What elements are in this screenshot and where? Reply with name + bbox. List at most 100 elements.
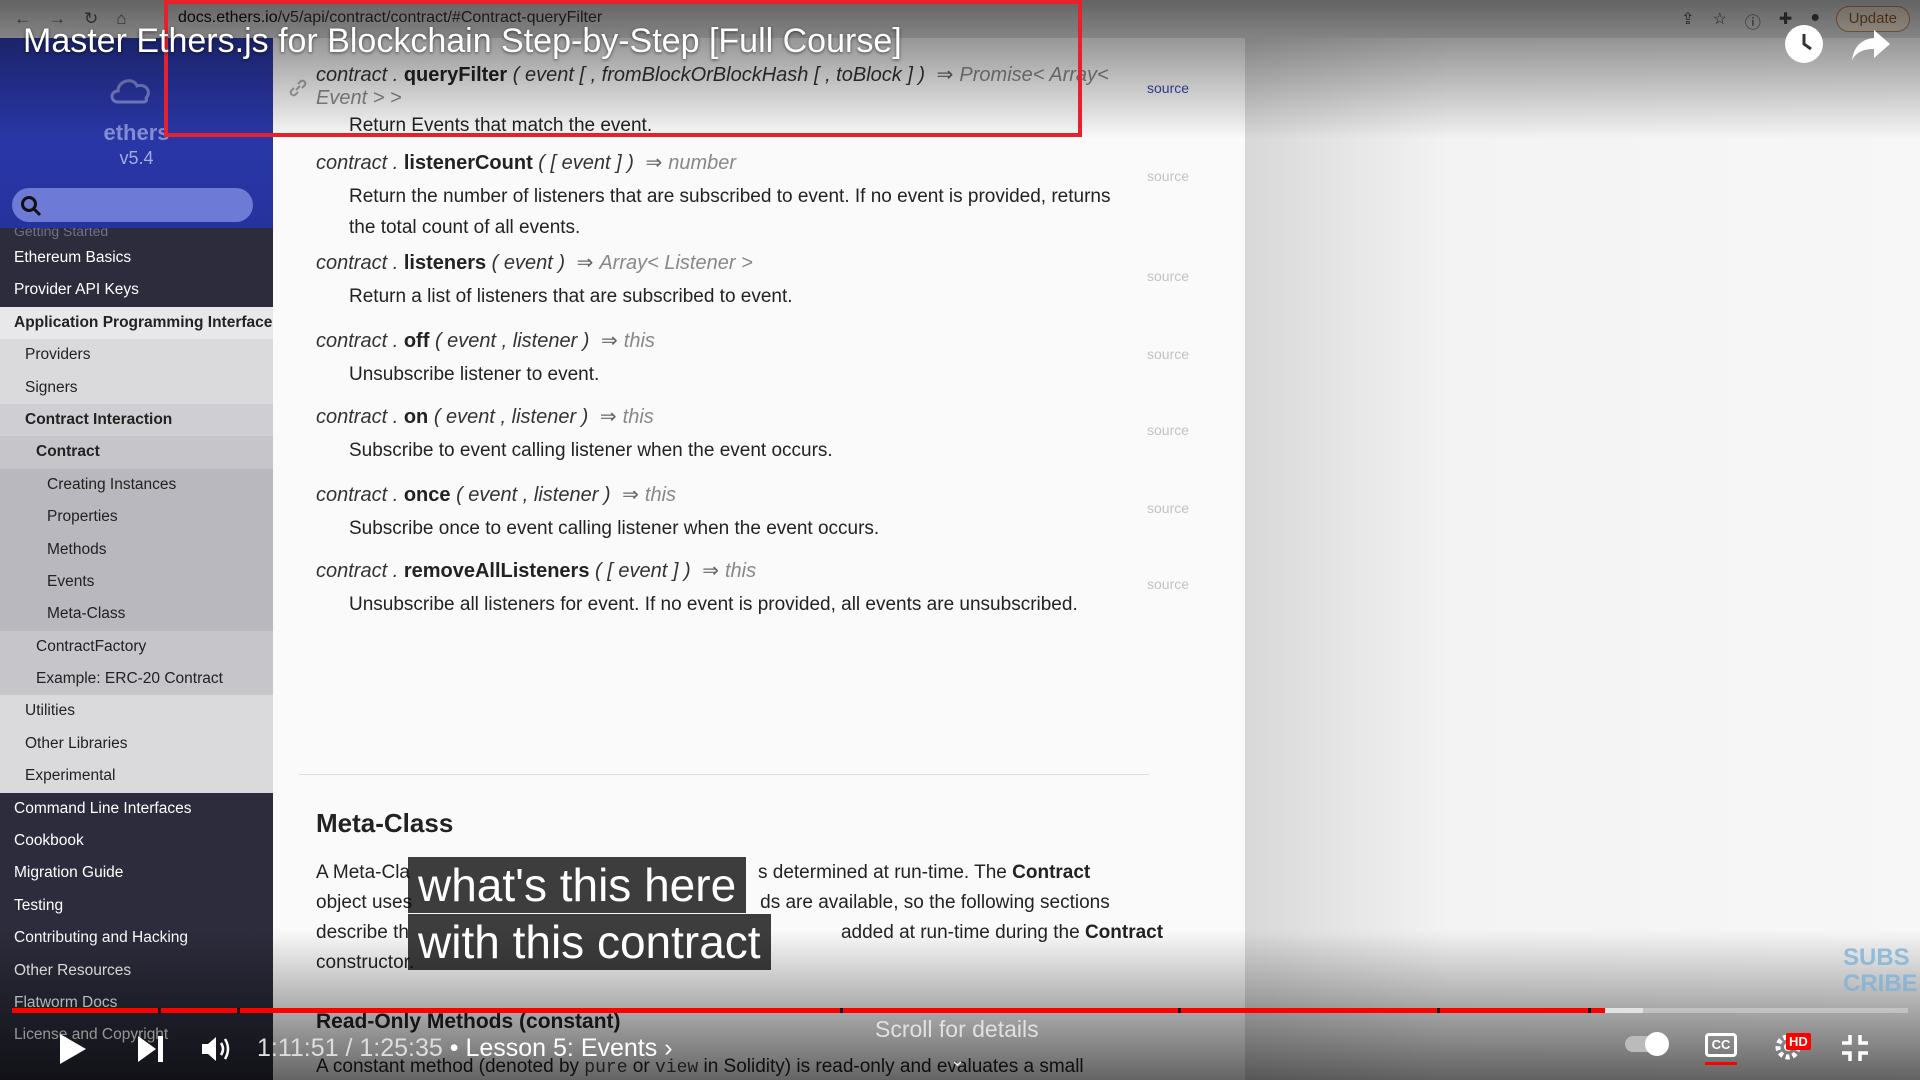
sidebar-item-contractfactory[interactable]: ContractFactory bbox=[0, 630, 273, 664]
autoplay-toggle[interactable] bbox=[1625, 1032, 1669, 1056]
sidebar-item-signers[interactable]: Signers bbox=[0, 371, 273, 404]
meta-text-1-bold: Contract bbox=[1012, 862, 1091, 883]
meta-text-3b: added at run-time during the bbox=[840, 922, 1085, 943]
share-icon[interactable] bbox=[1850, 26, 1892, 62]
progress-bar[interactable] bbox=[12, 1008, 1908, 1013]
method-entry-once: contract . once ( event , listener ) ⇒ th… bbox=[316, 482, 1176, 544]
method-description: Return a list of listeners that are subs… bbox=[316, 281, 1176, 312]
hd-badge: HD bbox=[1786, 1033, 1811, 1050]
meta-text-3-bold: Contract bbox=[1084, 922, 1164, 943]
return-type: this bbox=[622, 406, 654, 428]
sidebar-item-example-erc-20-contract[interactable]: Example: ERC-20 Contract bbox=[0, 663, 273, 696]
watch-later-button[interactable] bbox=[1785, 25, 1823, 63]
meta-text-1b: s determined at run-time. The bbox=[757, 862, 1013, 883]
sidebar-item-contract-interaction[interactable]: Contract Interaction bbox=[0, 403, 273, 437]
source-link[interactable]: source bbox=[1147, 576, 1189, 592]
meta-text-2a: object uses bbox=[316, 892, 413, 913]
sidebar-item-creating-instances[interactable]: Creating Instances bbox=[0, 468, 273, 502]
player-controls: 1:11:51 / 1:25:35 • Lesson 5: Events › S… bbox=[0, 1016, 1920, 1080]
source-link[interactable]: source bbox=[1147, 500, 1189, 516]
method-signature: contract . listenerCount ( [ event ] ) ⇒… bbox=[316, 150, 1176, 175]
method-entry-off: contract . off ( event , listener ) ⇒ thi… bbox=[316, 328, 1176, 390]
video-frame[interactable]: ← → ↻ ⌂ docs.ethers.io/v5/api/contract/c… bbox=[0, 0, 1920, 1080]
cc-icon[interactable]: CC bbox=[1705, 1033, 1737, 1057]
share-page-icon[interactable]: ⇪ bbox=[1681, 9, 1694, 33]
source-link[interactable]: source bbox=[1147, 80, 1189, 96]
empty-right-pane bbox=[1245, 38, 1920, 1080]
source-link[interactable]: source bbox=[1147, 422, 1189, 438]
cc-active-indicator bbox=[1705, 1062, 1737, 1065]
sidebar-item-testing[interactable]: Testing bbox=[0, 890, 273, 922]
play-icon[interactable] bbox=[58, 1032, 88, 1066]
method-name: off bbox=[403, 330, 430, 352]
time-display: 1:11:51 / 1:25:35 • Lesson 5: Events › bbox=[257, 1034, 673, 1063]
sidebar-item-cookbook[interactable]: Cookbook bbox=[0, 825, 273, 857]
meta-text-1a: A Meta-Cla bbox=[316, 862, 410, 883]
method-description: Unsubscribe all listeners for event. If … bbox=[316, 589, 1176, 620]
sidebar-item-application-programming-interface[interactable]: Application Programming Interface bbox=[0, 306, 273, 340]
exit-fullscreen-icon[interactable] bbox=[1840, 1033, 1870, 1063]
sidebar-item-meta-class[interactable]: Meta-Class bbox=[0, 598, 273, 631]
method-name: on bbox=[403, 406, 429, 428]
method-params: ( [ event ] ) bbox=[538, 152, 640, 174]
sidebar-item-properties[interactable]: Properties bbox=[0, 501, 273, 534]
description-line: the total count of all events. bbox=[349, 217, 581, 238]
chapter-title[interactable]: • Lesson 5: Events › bbox=[450, 1034, 673, 1062]
cloud-logo-icon bbox=[110, 79, 150, 104]
method-signature: contract . listeners ( event ) ⇒ Array< L… bbox=[316, 250, 1176, 275]
sidebar-item-events[interactable]: Events bbox=[0, 565, 273, 599]
sidebar-item-ethereum-basics[interactable]: Ethereum Basics bbox=[0, 242, 273, 274]
search-icon bbox=[21, 196, 42, 217]
scroll-for-details[interactable]: Scroll for details bbox=[875, 1016, 1039, 1043]
return-type: this bbox=[644, 484, 677, 506]
sidebar-item-provider-api-keys[interactable]: Provider API Keys bbox=[0, 274, 273, 306]
info-icon[interactable]: ⓘ bbox=[1745, 9, 1761, 33]
method-name: listeners bbox=[403, 252, 487, 274]
signature-prefix: contract . bbox=[316, 484, 399, 506]
sidebar-item-contract[interactable]: Contract bbox=[0, 436, 273, 469]
sidebar-item-command-line-interfaces[interactable]: Command Line Interfaces bbox=[0, 793, 273, 825]
returns-arrow-icon: ⇒ bbox=[702, 560, 719, 582]
method-entry-on: contract . on ( event , listener ) ⇒ this… bbox=[316, 404, 1176, 466]
chevron-down-icon[interactable]: ⌄ bbox=[950, 1050, 965, 1071]
method-name: removeAllListeners bbox=[403, 560, 590, 582]
next-icon[interactable] bbox=[136, 1034, 166, 1064]
sidebar-item-utilities[interactable]: Utilities bbox=[0, 695, 273, 728]
description-line: Subscribe once to event calling listener… bbox=[349, 518, 880, 539]
sidebar-item-migration-guide[interactable]: Migration Guide bbox=[0, 857, 273, 889]
sidebar-nav-list: Getting Started Ethereum Basics Provider … bbox=[0, 228, 273, 1052]
clock-icon bbox=[1802, 34, 1812, 51]
method-signature: contract . once ( event , listener ) ⇒ th… bbox=[316, 482, 1176, 507]
source-link[interactable]: source bbox=[1147, 346, 1189, 362]
bookmark-star-icon[interactable]: ☆ bbox=[1713, 9, 1727, 33]
chapter-marker bbox=[1437, 1008, 1440, 1013]
return-type: this bbox=[724, 560, 757, 582]
sidebar-item-contributing-and-hacking[interactable]: Contributing and Hacking bbox=[0, 922, 273, 954]
sidebar-item-methods[interactable]: Methods bbox=[0, 533, 273, 566]
subscribe-watermark[interactable]: SUBS CRIBE bbox=[1843, 945, 1918, 997]
caption-line-1: what's this here bbox=[408, 857, 747, 913]
sidebar-item-other-libraries[interactable]: Other Libraries bbox=[0, 727, 273, 761]
description-line: Unsubscribe all listeners for event. If … bbox=[349, 594, 1078, 615]
signature-prefix: contract . bbox=[316, 152, 399, 174]
video-title[interactable]: Master Ethers.js for Blockchain Step-by-… bbox=[23, 22, 902, 61]
method-description: Subscribe once to event calling listener… bbox=[316, 513, 1176, 544]
docs-sidebar: ethers v5.4 Getting Started Ethereum Bas… bbox=[0, 38, 273, 1080]
red-highlight-box bbox=[164, 0, 1082, 137]
source-link[interactable]: source bbox=[1147, 268, 1189, 284]
sidebar-item-providers[interactable]: Providers bbox=[0, 339, 273, 372]
method-signature: contract . removeAllListeners ( [ event … bbox=[316, 558, 1176, 583]
search-input[interactable] bbox=[12, 188, 253, 222]
sidebar-item-experimental[interactable]: Experimental bbox=[0, 760, 273, 793]
sidebar-item-getting-started[interactable]: Getting Started bbox=[0, 228, 273, 242]
meta-text-3a: describe th bbox=[316, 922, 409, 943]
signature-prefix: contract . bbox=[316, 560, 399, 582]
returns-arrow-icon: ⇒ bbox=[601, 330, 618, 352]
method-signature: contract . off ( event , listener ) ⇒ thi… bbox=[316, 328, 1176, 353]
volume-icon[interactable] bbox=[200, 1034, 232, 1064]
sidebar-item-other-resources[interactable]: Other Resources bbox=[0, 955, 273, 987]
method-entry-listeners: contract . listeners ( event ) ⇒ Array< L… bbox=[316, 250, 1176, 312]
returns-arrow-icon: ⇒ bbox=[645, 152, 663, 174]
sidebar-item-flatworm-docs[interactable]: Flatworm Docs bbox=[0, 987, 273, 1019]
source-link[interactable]: source bbox=[1147, 168, 1189, 184]
